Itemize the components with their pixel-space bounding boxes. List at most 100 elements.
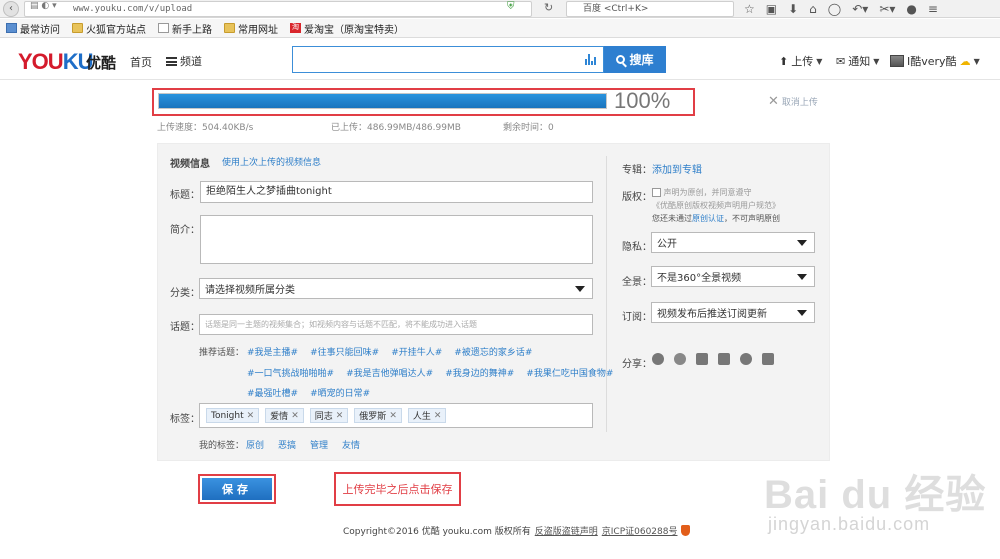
save-button[interactable]: 保存 <box>202 478 272 500</box>
bookmarks-bar: 最常访问 火狐官方站点 新手上路 常用网址 淘 爱淘宝（原淘宝特卖） <box>0 19 1000 38</box>
topic-label: 话题： <box>170 322 200 333</box>
subscribe-value: 视频发布后推送订阅更新 <box>657 309 767 320</box>
menu-icon[interactable]: ≡ <box>928 2 938 16</box>
anti-piracy-link[interactable]: 反盗版盗链声明 <box>535 524 598 537</box>
reload-icon[interactable]: ↻ <box>544 1 553 14</box>
search-icon <box>616 55 626 64</box>
close-icon[interactable]: ✕ <box>247 411 255 421</box>
star-icon[interactable]: ☆ <box>744 2 755 16</box>
undo-icon[interactable]: ↶▾ <box>852 2 868 16</box>
tags-input[interactable]: Tonight ✕ 爱情 ✕ 同志 ✕ 俄罗斯 ✕ 人生 ✕ <box>199 403 593 428</box>
search-button[interactable]: 搜库 <box>604 46 666 73</box>
original-checkbox[interactable] <box>652 188 661 197</box>
nav-home-link[interactable]: 首页 <box>130 54 152 70</box>
douban-icon[interactable] <box>740 353 752 365</box>
voice-bars-icon[interactable] <box>585 53 597 65</box>
topic-link[interactable]: #我身边的舞神# <box>445 366 514 379</box>
section-title: 视频信息 <box>170 159 210 170</box>
category-select[interactable]: 请选择视频所属分类 <box>199 278 593 299</box>
baidu-watermark-url: jingyan.baidu.com <box>768 514 931 534</box>
back-button[interactable]: ‹ <box>3 1 19 17</box>
my-tag-link[interactable]: 恶搞 <box>278 438 296 451</box>
category-value: 请选择视频所属分类 <box>205 285 295 296</box>
chevron-down-icon: ▼ <box>973 56 980 66</box>
qzone-icon[interactable] <box>696 353 708 365</box>
topic-link[interactable]: #晒宠的日常# <box>310 386 370 399</box>
url-text: www.youku.com/v/upload <box>73 4 193 14</box>
nav-channel-link[interactable]: 频道 <box>166 53 202 69</box>
subscribe-select[interactable]: 视频发布后推送订阅更新 <box>651 302 815 323</box>
close-icon[interactable]: ✕ <box>291 411 299 421</box>
nav-channel-label: 频道 <box>180 55 202 68</box>
chat-icon[interactable]: ◯ <box>828 2 841 16</box>
copyright-text-4: ，不可声明原创 <box>724 214 780 223</box>
my-tag-link[interactable]: 原创 <box>246 438 264 451</box>
privacy-select[interactable]: 公开 <box>651 232 815 253</box>
download-icon[interactable]: ⬇ <box>788 2 798 16</box>
topic-link[interactable]: #我果仁吃中国食物# <box>526 366 613 379</box>
progress-percent: 100% <box>614 88 671 113</box>
message-icon[interactable]: ● <box>906 2 916 16</box>
topic-link[interactable]: #我是吉他弹唱达人# <box>346 366 433 379</box>
upload-menu[interactable]: ⬆ 上传 ▼ <box>779 53 822 69</box>
cancel-upload-link[interactable]: ✕ 取消上传 <box>768 94 818 109</box>
topic-link[interactable]: #我是主播# <box>247 345 298 358</box>
add-album-link[interactable]: 添加到专辑 <box>652 161 702 176</box>
upload-speed: 上传速度：504.40KB/s <box>157 123 254 133</box>
folder-icon <box>72 23 83 33</box>
bookmark-most-visited[interactable]: 最常访问 <box>2 21 64 36</box>
tools-icon[interactable]: ✂▾ <box>879 2 895 16</box>
copyright-text-1: 声明为原创，并同意遵守 <box>663 188 752 197</box>
address-bar[interactable]: www.youku.com/v/upload <box>24 1 532 17</box>
close-icon[interactable]: ✕ <box>434 411 442 421</box>
user-menu[interactable]: I酷very酷 ☁ ▼ <box>890 53 980 69</box>
bookmark-common-sites[interactable]: 常用网址 <box>220 21 282 36</box>
shield-icon[interactable]: ⛨ <box>507 1 519 14</box>
panorama-select[interactable]: 不是360°全景视频 <box>651 266 815 287</box>
renren-icon[interactable] <box>652 353 664 365</box>
my-tag-link[interactable]: 管理 <box>310 438 328 451</box>
upload-arrow-icon: ⬆ <box>779 54 789 68</box>
title-input[interactable]: 拒绝陌生人之梦插曲tonight <box>200 181 593 203</box>
home-icon[interactable]: ⌂ <box>809 2 817 16</box>
weibo-icon[interactable] <box>674 353 686 365</box>
tieba-icon[interactable] <box>762 353 774 365</box>
browser-right-tools: ☆ ▣ ⬇ ⌂ ◯ ↶▾ ✂▾ ● ≡ <box>744 0 938 18</box>
original-cert-link[interactable]: 原创认证 <box>692 214 724 223</box>
notify-label: 通知 <box>848 55 871 68</box>
site-header: YOUKU 优酷 首页 频道 搜库 ⬆ 上传 ▼ ✉ 通知 ▼ I酷very酷 … <box>0 39 1000 80</box>
browser-search-input[interactable]: 百度 <Ctrl+K> <box>566 1 734 17</box>
save-annotation: 上传完毕之后点击保存 <box>334 472 461 506</box>
topic-link[interactable]: #被遗忘的家乡话# <box>454 345 532 358</box>
qq-icon[interactable] <box>718 353 730 365</box>
topic-link[interactable]: #开挂牛人# <box>391 345 442 358</box>
topic-link[interactable]: #最强吐槽# <box>247 386 298 399</box>
topic-input[interactable]: 话题是同一主题的视频集合；如视频内容与话题不匹配，将不能成功进入话题 <box>199 314 593 335</box>
icp-link[interactable]: 京ICP证060288号 <box>602 524 678 537</box>
my-tags-row: 原创 恶搞 管理 友情 <box>246 438 360 451</box>
intro-textarea[interactable] <box>200 215 593 264</box>
my-tag-link[interactable]: 友情 <box>342 438 360 451</box>
copyright-text-2: 《优酷原创版权视频声明用户规范》 <box>652 201 780 210</box>
tag-chip: Tonight ✕ <box>206 408 260 423</box>
reuse-info-link[interactable]: 使用上次上传的视频信息 <box>222 155 321 168</box>
topic-link[interactable]: #往事只能回味# <box>310 345 379 358</box>
avatar <box>890 55 904 67</box>
close-icon[interactable]: ✕ <box>336 411 344 421</box>
username: I酷very酷 <box>907 55 957 68</box>
logo-cn: 优酷 <box>86 54 117 72</box>
site-search-input[interactable] <box>292 46 604 73</box>
reader-icon[interactable]: ▣ <box>766 2 777 16</box>
bookmark-getting-started[interactable]: 新手上路 <box>154 21 216 36</box>
page-info-icon[interactable]: ▤ ◐ ▾ <box>30 1 57 11</box>
topic-link[interactable]: #一口气挑战啪啪啪# <box>247 366 334 379</box>
youku-logo[interactable]: YOUKU <box>18 49 93 75</box>
bookmark-firefox-site[interactable]: 火狐官方站点 <box>68 21 150 36</box>
cancel-upload-label: 取消上传 <box>781 98 818 108</box>
remaining-time: 剩余时间：0 <box>503 123 554 133</box>
notify-menu[interactable]: ✉ 通知 ▼ <box>836 53 879 69</box>
bookmark-aitaobao[interactable]: 淘 爱淘宝（原淘宝特卖） <box>286 21 408 36</box>
page-icon <box>158 23 169 33</box>
chevron-down-icon <box>797 309 807 316</box>
close-icon[interactable]: ✕ <box>389 411 397 421</box>
